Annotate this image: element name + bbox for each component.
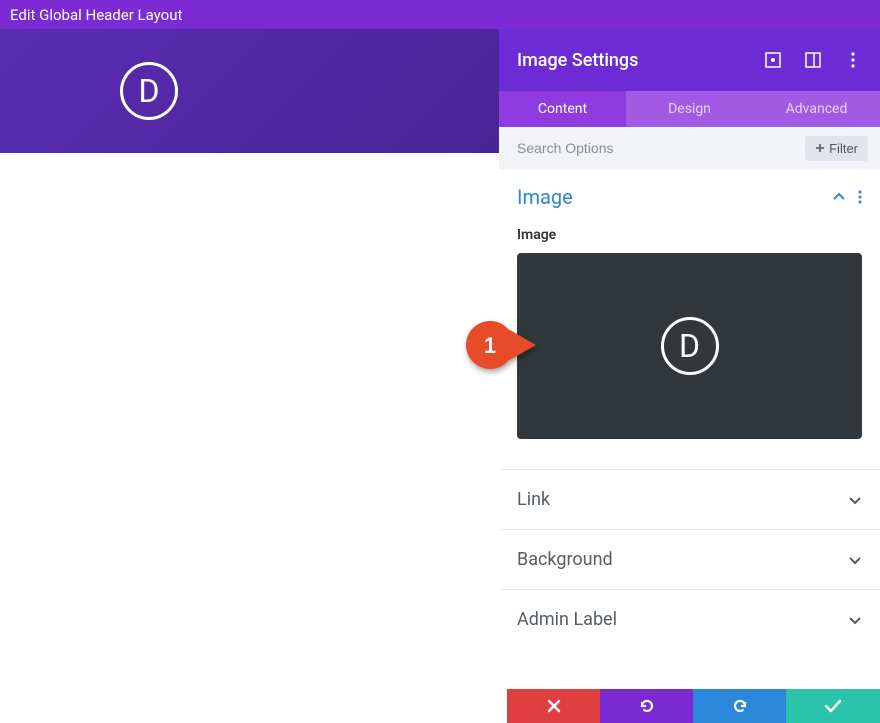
panel-body: Image Image D — [499, 169, 880, 723]
section-image: Image Image D — [499, 169, 880, 469]
undo-button[interactable] — [600, 689, 693, 723]
cancel-button[interactable] — [507, 689, 600, 723]
tabs: Content Design Advanced — [499, 91, 880, 127]
chevron-down-icon — [848, 493, 862, 507]
close-icon — [546, 698, 562, 714]
search-row: Filter — [499, 127, 880, 169]
top-bar: Edit Global Header Layout — [0, 0, 880, 29]
chevron-up-icon[interactable] — [832, 190, 846, 204]
search-input[interactable] — [517, 140, 805, 156]
section-background[interactable]: Background — [499, 529, 880, 589]
top-bar-title: Edit Global Header Layout — [10, 6, 182, 24]
section-image-head[interactable]: Image — [517, 185, 862, 209]
panel-header: Image Settings — [499, 29, 880, 91]
panel-title: Image Settings — [517, 50, 638, 71]
redo-button[interactable] — [693, 689, 786, 723]
filter-button[interactable]: Filter — [805, 136, 868, 161]
canvas-column: D — [0, 29, 499, 723]
chevron-down-icon — [848, 553, 862, 567]
tab-content[interactable]: Content — [499, 91, 626, 127]
section-more-icon[interactable] — [858, 190, 862, 204]
more-icon[interactable] — [844, 51, 862, 69]
check-icon — [823, 698, 843, 714]
settings-panel: Image Settings — [499, 29, 880, 723]
plus-icon — [815, 143, 825, 153]
section-image-head-icons — [832, 190, 862, 204]
snap-icon[interactable] — [804, 51, 822, 69]
fullscreen-icon[interactable] — [764, 51, 782, 69]
callout-marker: 1 — [466, 321, 536, 369]
image-preview-letter: D — [679, 327, 700, 365]
section-admin-label[interactable]: Admin Label — [499, 589, 880, 649]
main-area: D Image Settings — [0, 29, 880, 723]
image-preview-upload[interactable]: D — [517, 253, 862, 439]
save-button[interactable] — [786, 689, 880, 723]
section-admin-label-title: Admin Label — [517, 609, 617, 630]
logo-letter: D — [139, 72, 160, 110]
header-preview[interactable]: D — [0, 29, 499, 153]
undo-icon — [638, 697, 656, 715]
image-field-label: Image — [517, 227, 862, 243]
filter-label: Filter — [829, 141, 858, 156]
section-link-title: Link — [517, 489, 550, 510]
tab-advanced[interactable]: Advanced — [753, 91, 880, 127]
chevron-down-icon — [848, 613, 862, 627]
section-background-title: Background — [517, 549, 613, 570]
section-link[interactable]: Link — [499, 469, 880, 529]
callout-number: 1 — [484, 333, 496, 358]
logo-preview: D — [120, 62, 178, 120]
tab-design[interactable]: Design — [626, 91, 753, 127]
section-image-title: Image — [517, 185, 573, 209]
footer-gap — [499, 689, 507, 723]
image-preview-logo: D — [661, 317, 719, 375]
redo-icon — [731, 697, 749, 715]
panel-header-icons — [764, 51, 862, 69]
footer-bar — [499, 689, 880, 723]
